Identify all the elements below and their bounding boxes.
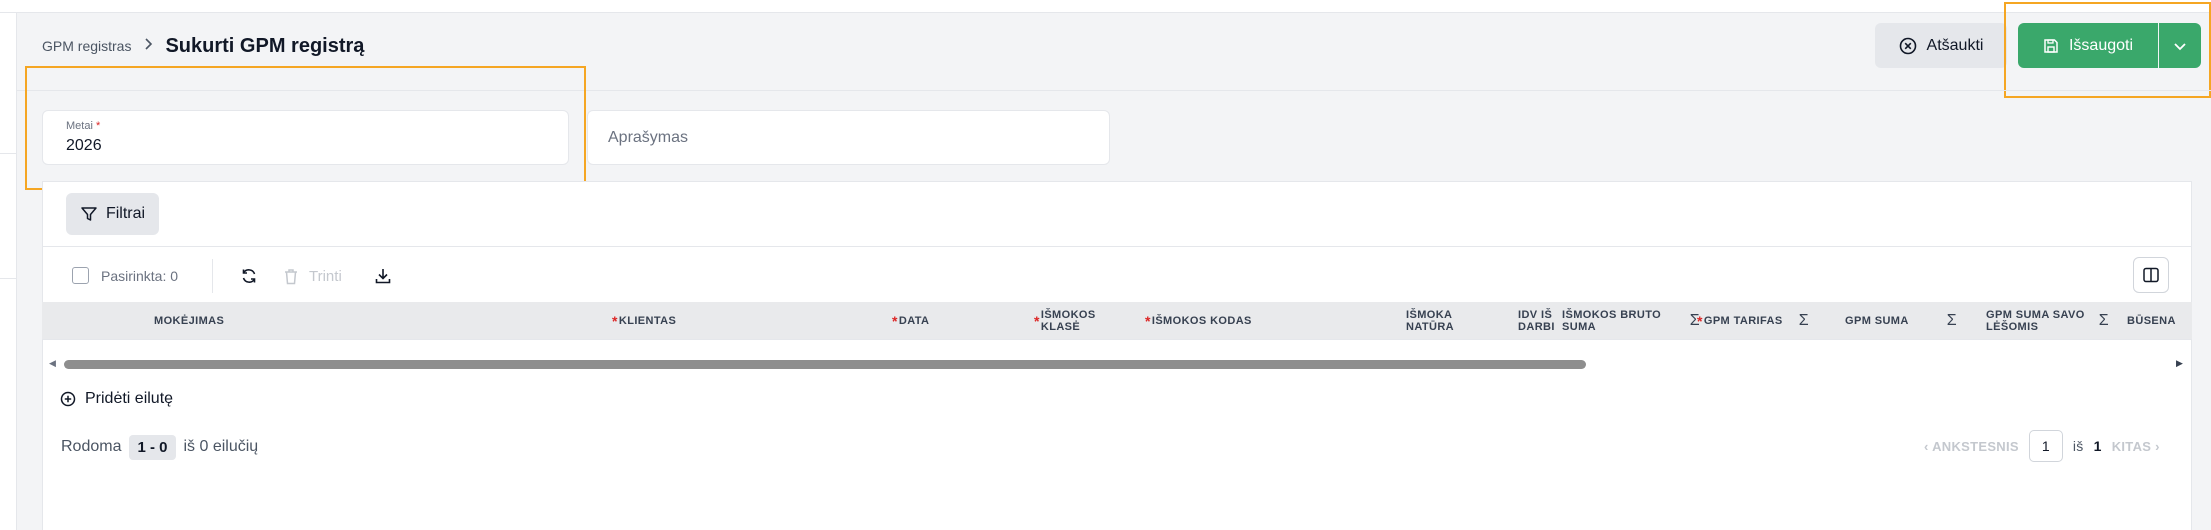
cancel-button-label: Atšaukti (1926, 36, 1984, 54)
selected-count: Pasirinkta: 0 (101, 268, 179, 284)
pagination-summary: Rodoma 1 - 0 iš 0 eilučių (61, 433, 258, 461)
table-header: MOKĖJIMAS * KLIENTAS * DATA * IŠMOKOS KLASĖ… (42, 302, 2192, 340)
scroll-right-arrow[interactable]: ▶ (2176, 358, 2183, 369)
next-page-button[interactable]: KITAS › (2112, 439, 2160, 454)
column-header-gpm-suma-savo-lesomis[interactable]: GPM SUMA SAVO LĖŠOMIS Σ (1986, 302, 2109, 340)
column-header-mokejimas[interactable]: MOKĖJIMAS (154, 302, 354, 340)
columns-icon[interactable] (2133, 257, 2169, 293)
aprasymas-placeholder: Aprašymas (608, 128, 689, 146)
chevron-right-icon (143, 37, 153, 56)
delete-label: Trinti (309, 267, 342, 285)
sigma-icon[interactable]: Σ (1947, 313, 1957, 329)
column-header-ismokos-kodas[interactable]: * IŠMOKOS KODAS (1145, 302, 1325, 340)
column-header-ismoka-natura[interactable]: IŠMOKA NATŪRA (1406, 302, 1476, 340)
total-pages: 1 (2093, 438, 2102, 454)
scroll-left-arrow[interactable]: ◀ (49, 358, 56, 369)
page-title: Sukurti GPM registrą (165, 34, 365, 57)
add-row-label: Pridėti eilutę (85, 390, 174, 407)
download-icon[interactable] (370, 263, 396, 289)
page-number-input[interactable]: 1 (2028, 430, 2063, 462)
column-header-ismokos-bruto-suma[interactable]: IŠMOKOS BRUTO SUMA Σ (1562, 302, 1700, 340)
filters-button[interactable]: Filtrai (66, 193, 159, 235)
aprasymas-field[interactable]: Aprašymas (587, 110, 1110, 165)
row-count-label: iš 0 eilučių (183, 438, 259, 455)
filter-icon (80, 205, 98, 223)
sigma-icon[interactable]: Σ (1799, 313, 1809, 329)
chevron-left-icon: ‹ (1924, 438, 1929, 454)
top-bar (0, 0, 2211, 13)
page-range-badge: 1 - 0 (129, 434, 176, 460)
filters-label: Filtrai (105, 205, 146, 222)
filters-divider (42, 246, 2192, 247)
column-header-gpm-suma[interactable]: GPM SUMA Σ (1845, 302, 1957, 340)
table-panel (42, 181, 2192, 530)
column-header-data[interactable]: * DATA (892, 302, 1012, 340)
refresh-icon[interactable] (236, 263, 262, 289)
left-sidebar-edge (0, 13, 17, 530)
delete-button[interactable]: Trinti (283, 263, 342, 289)
highlight-metai-area (25, 66, 586, 190)
showing-label: Rodoma (61, 438, 122, 455)
breadcrumb-link-gpm-registras[interactable]: GPM registras (42, 38, 131, 54)
column-header-busena[interactable]: BŪSENA (2127, 302, 2187, 340)
previous-page-button[interactable]: ‹ ANKSTESNIS (1924, 439, 2019, 454)
breadcrumb: GPM registras Sukurti GPM registrą (42, 34, 364, 58)
column-header-gpm-tarifas[interactable]: * GPM TARIFAS Σ (1697, 302, 1809, 340)
pagination: ‹ ANKSTESNIS 1 iš 1 KITAS › (1924, 430, 2160, 462)
of-label: iš (2072, 438, 2084, 454)
column-header-idv-is-darbi[interactable]: IDV IŠ DARBI (1518, 302, 1558, 340)
column-header-ismokos-klase[interactable]: * IŠMOKOS KLASĖ (1034, 302, 1114, 340)
toolbar-divider (212, 259, 213, 293)
chevron-right-icon: › (2155, 438, 2160, 454)
close-circle-icon (1899, 37, 1917, 55)
add-row-button[interactable]: Pridėti eilutę (60, 388, 173, 410)
horizontal-scrollbar[interactable] (64, 360, 1586, 369)
highlight-save-area (2004, 2, 2211, 98)
column-header-klientas[interactable]: * KLIENTAS (612, 302, 812, 340)
cancel-button[interactable]: Atšaukti (1875, 23, 2007, 68)
select-all-checkbox[interactable] (72, 267, 89, 284)
trash-icon (283, 268, 299, 285)
sigma-icon[interactable]: Σ (2099, 313, 2109, 329)
plus-circle-icon (60, 391, 76, 407)
